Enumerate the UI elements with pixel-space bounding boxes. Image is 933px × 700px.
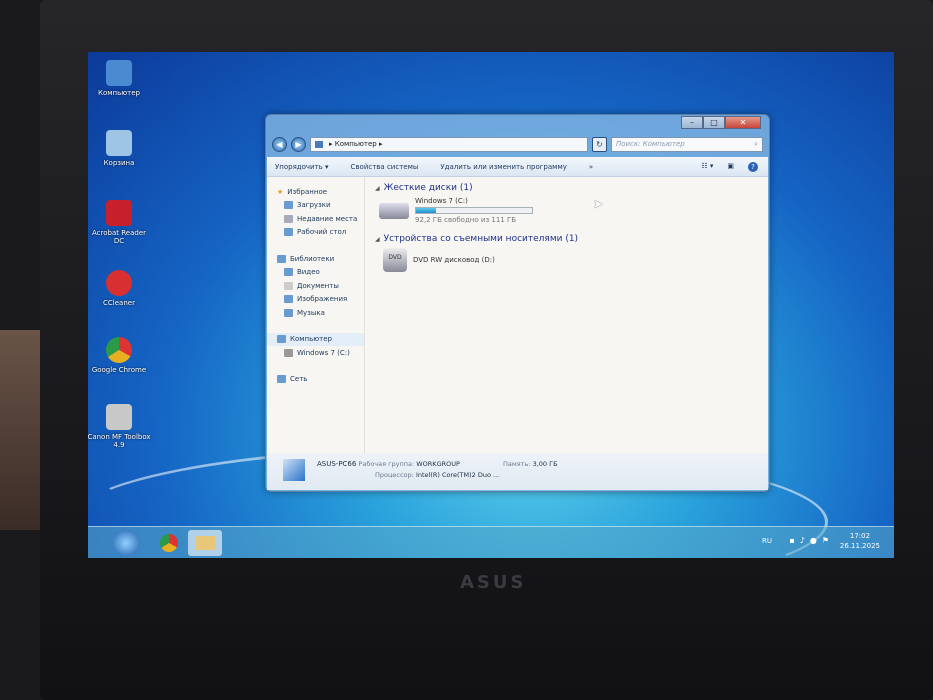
tray-icons[interactable]: ▪♪●⚑ xyxy=(789,536,834,545)
uninstall-program-button[interactable]: Удалить или изменить программу xyxy=(440,163,566,171)
help-icon[interactable]: ? xyxy=(748,161,758,172)
sidebar-item-drive-c[interactable]: Windows 7 (C:) xyxy=(267,346,364,360)
taskbar: RU ▪♪●⚑ 17:02 26.11.2025 xyxy=(88,526,894,558)
desktop-icon-recycle-bin[interactable]: Корзина xyxy=(88,130,151,167)
images-icon xyxy=(284,295,293,304)
navigation-bar: ◀ ▶ ▸ Компьютер ▸ ↻ Поиск: Компьютер ⌕ xyxy=(272,135,763,153)
drive-c-item[interactable]: Windows 7 (C:) 92,2 ГБ свободно из 111 Г… xyxy=(379,197,758,224)
clock[interactable]: 17:02 26.11.2025 xyxy=(840,531,880,551)
chrome-icon xyxy=(106,337,132,363)
recycle-bin-icon xyxy=(106,130,132,156)
sidebar-item-video[interactable]: Видео xyxy=(267,266,364,280)
start-button[interactable] xyxy=(112,530,140,556)
desktop-folder-icon xyxy=(284,228,293,237)
preview-pane-icon[interactable]: ▣ xyxy=(727,162,734,172)
forward-button[interactable]: ▶ xyxy=(291,136,306,152)
desktop-icon-computer[interactable]: Компьютер xyxy=(88,60,151,97)
recent-places-icon xyxy=(284,214,293,223)
video-icon xyxy=(284,268,293,277)
sidebar-item-favorites[interactable]: ★ Избранное xyxy=(267,185,364,199)
desktop-icon-ccleaner[interactable]: CCleaner xyxy=(88,270,151,307)
explorer-window: – □ ✕ ◀ ▶ ▸ Компьютер ▸ ↻ Поиск: Компьют… xyxy=(265,114,770,492)
command-bar: Упорядочить ▾ Свойства системы Удалить и… xyxy=(267,157,768,177)
documents-icon xyxy=(284,281,293,290)
sidebar-item-computer[interactable]: Компьютер xyxy=(267,332,364,346)
explorer-body: ★ Избранное Загрузки Недавние места Рабоч… xyxy=(267,177,768,453)
dvd-drive-icon: DVD xyxy=(383,248,407,272)
drive-icon xyxy=(284,348,293,357)
collapse-triangle-icon: ◢ xyxy=(375,235,380,243)
sidebar-item-documents[interactable]: Документы xyxy=(267,279,364,293)
back-button[interactable]: ◀ xyxy=(272,136,287,152)
desktop: Компьютер Корзина Acrobat Reader DC CCle… xyxy=(88,52,894,558)
star-icon: ★ xyxy=(277,187,284,196)
sidebar-item-downloads[interactable]: Загрузки xyxy=(267,199,364,213)
close-button[interactable]: ✕ xyxy=(725,116,761,129)
organize-button[interactable]: Упорядочить ▾ xyxy=(275,163,329,171)
mouse-cursor: ➤ xyxy=(593,197,604,211)
search-icon: ⌕ xyxy=(754,139,758,148)
asus-logo: ASUS xyxy=(460,572,527,593)
sidebar-item-recent[interactable]: Недавние места xyxy=(267,212,364,226)
music-icon xyxy=(284,308,293,317)
refresh-button[interactable]: ↻ xyxy=(592,136,607,152)
language-indicator[interactable]: RU xyxy=(762,537,772,545)
details-pane: ASUS-PC66 Рабочая группа: WORKGROUP Памя… xyxy=(267,453,768,490)
acrobat-icon xyxy=(106,200,132,226)
computer-icon xyxy=(106,60,132,86)
taskbar-explorer[interactable] xyxy=(188,530,222,556)
sidebar-item-desktop[interactable]: Рабочий стол xyxy=(267,226,364,240)
sidebar-item-network[interactable]: Сеть xyxy=(267,373,364,387)
folder-icon xyxy=(195,536,215,550)
desktop-icon-acrobat[interactable]: Acrobat Reader DC xyxy=(88,200,151,245)
drive-usage-bar xyxy=(415,207,533,214)
address-bar[interactable]: ▸ Компьютер ▸ xyxy=(310,136,588,152)
sidebar-item-music[interactable]: Музыка xyxy=(267,306,364,320)
desktop-icon-canon[interactable]: Canon MF Toolbox 4.9 xyxy=(88,404,151,449)
system-properties-button[interactable]: Свойства системы xyxy=(351,163,419,171)
maximize-button[interactable]: □ xyxy=(703,116,725,129)
chrome-icon xyxy=(160,534,178,552)
computer-small-icon xyxy=(315,140,323,148)
group-header-removable[interactable]: ◢ Устройства со съемными носителями (1) xyxy=(375,234,758,244)
sidebar-item-libraries[interactable]: Библиотеки xyxy=(267,252,364,266)
downloads-icon xyxy=(284,201,293,210)
ccleaner-icon xyxy=(106,270,132,296)
caption-buttons: – □ ✕ xyxy=(681,116,761,129)
content-pane: ◢ Жесткие диски (1) Windows 7 (C:) 92,2 Г… xyxy=(365,177,768,453)
libraries-icon xyxy=(277,254,286,263)
minimize-button[interactable]: – xyxy=(681,116,703,129)
printer-icon xyxy=(106,404,132,430)
more-button[interactable]: » xyxy=(589,163,593,171)
desktop-icon-chrome[interactable]: Google Chrome xyxy=(88,337,151,374)
navigation-pane: ★ Избранное Загрузки Недавние места Рабоч… xyxy=(267,177,365,453)
drive-usage-fill xyxy=(416,208,436,213)
search-input[interactable]: Поиск: Компьютер ⌕ xyxy=(611,136,763,152)
view-options-icon[interactable]: ☷ ▾ xyxy=(701,162,713,172)
taskbar-chrome[interactable] xyxy=(152,530,186,556)
pc-icon xyxy=(283,459,305,481)
hard-drive-icon xyxy=(379,203,409,219)
sidebar-item-images[interactable]: Изображения xyxy=(267,293,364,307)
group-header-hdd[interactable]: ◢ Жесткие диски (1) xyxy=(375,183,758,193)
collapse-triangle-icon: ◢ xyxy=(375,184,380,192)
dvd-drive-item[interactable]: DVD DVD RW дисковод (D:) xyxy=(379,248,758,272)
network-icon xyxy=(277,375,286,384)
computer-icon xyxy=(277,335,286,344)
